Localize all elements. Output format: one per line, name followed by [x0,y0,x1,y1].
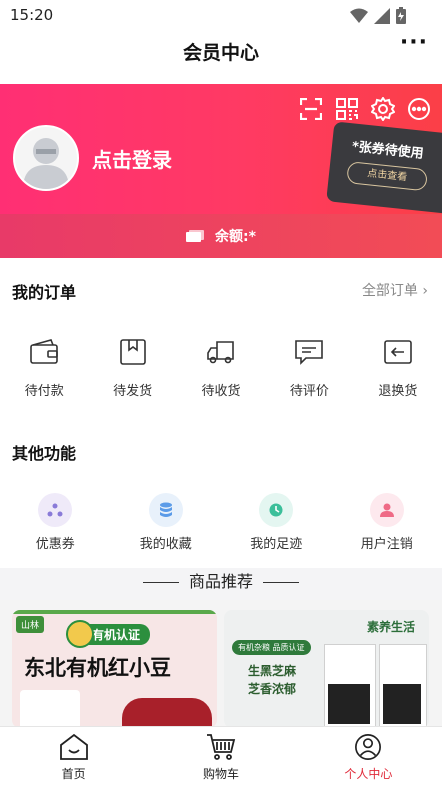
function-label: 用户注销 [332,533,442,552]
balance-bar[interactable]: 余额:* [0,214,442,258]
recommend-header: 商品推荐 [0,568,442,600]
wallet-small-icon [186,230,204,242]
favorite-icon [149,493,183,527]
order-pending-payment[interactable]: 待付款 [0,338,88,399]
balance-text: 余额:* [215,229,256,245]
organic-seal-icon [66,620,94,648]
return-icon [383,338,413,366]
orders-section: 我的订单 全部订单 › 待付款 待发货 待收货 待评价 退换货 [0,258,442,418]
scan-button[interactable] [298,96,324,122]
status-time: 15:20 [10,6,53,24]
product-brand-logo: 山林 [16,616,44,633]
truck-icon [206,338,236,366]
coupon-ticket[interactable]: *张券待使用 点击查看 [326,121,442,214]
balance-row: 余额:* [0,226,442,246]
signal-icon [374,8,390,24]
product-card[interactable]: 素养生活 有机杂粮 品质认证 生黑芝麻 芝香浓郁 [224,610,429,728]
order-pending-receipt[interactable]: 待收货 [177,338,265,399]
gear-icon [371,97,395,121]
functions-row: 优惠券 我的收藏 我的足迹 用户注销 [0,493,442,552]
function-label: 优惠券 [0,533,111,552]
coupon-entry[interactable]: 优惠券 [0,493,111,552]
black-sesame-image [383,684,421,724]
product-line2: 芝香浓郁 [248,680,296,697]
qrcode-icon [336,98,358,120]
product-card[interactable]: 山林 有机认证 东北有机红小豆 [12,610,217,728]
order-pending-review[interactable]: 待评价 [265,338,353,399]
tab-label: 首页 [0,765,147,782]
bottom-tab-bar: 首页 购物车 个人中心 [0,726,442,787]
scan-icon [300,98,322,120]
black-sesame-image [328,684,370,724]
status-icons [350,7,406,24]
order-pending-shipment[interactable]: 待发货 [88,338,176,399]
settings-button[interactable] [370,96,396,122]
default-avatar-icon [15,127,77,189]
product-line1: 生黑芝麻 [248,662,296,679]
favorites-entry[interactable]: 我的收藏 [111,493,222,552]
chat-icon [407,97,431,121]
functions-title: 其他功能 [12,440,76,464]
function-label: 我的足迹 [221,533,332,552]
user-cancel-icon [370,493,404,527]
nav-bar: 会员中心 ··· [0,30,442,84]
certification-badge: 有机杂粮 品质认证 [232,640,311,655]
box-icon [118,338,148,366]
other-functions-section: 其他功能 优惠券 我的收藏 我的足迹 用户注销 [0,418,442,568]
battery-icon [396,7,406,24]
tab-label: 购物车 [147,765,294,782]
view-coupons-button[interactable]: 点击查看 [346,161,428,191]
member-banner: 点击登录 *张券待使用 点击查看 [0,84,442,214]
all-orders-link[interactable]: 全部订单 › [362,280,428,300]
orders-title: 我的订单 [12,279,76,303]
coupon-count-text: *张券待使用 [351,135,424,161]
order-label: 待发货 [88,380,176,399]
comment-icon [294,338,324,366]
function-label: 我的收藏 [111,533,222,552]
login-link[interactable]: 点击登录 [92,144,172,173]
order-return[interactable]: 退换货 [354,338,442,399]
home-icon [59,733,89,761]
order-label: 待付款 [0,380,88,399]
product-brand-logo: 素养生活 [367,618,415,635]
order-label: 待收货 [177,380,265,399]
more-menu-button[interactable]: ··· [400,30,428,55]
wifi-icon [350,8,368,24]
page-title: 会员中心 [0,38,442,65]
order-label: 退换货 [354,380,442,399]
tab-cart[interactable]: 购物车 [147,727,294,787]
product-name: 东北有机红小豆 [24,652,171,682]
tab-profile[interactable]: 个人中心 [295,727,442,787]
tab-label: 个人中心 [295,765,442,782]
recommend-title: 商品推荐 [133,572,309,591]
order-label: 待评价 [265,380,353,399]
product-bag-image [20,690,80,728]
card-top-stripe [12,610,217,614]
message-button[interactable] [406,96,432,122]
footprint-icon [259,493,293,527]
qrcode-button[interactable] [334,96,360,122]
banner-actions [298,96,432,122]
wallet-icon [29,338,59,366]
avatar[interactable] [13,125,79,191]
tab-home[interactable]: 首页 [0,727,147,787]
cart-icon [206,733,236,761]
order-status-row: 待付款 待发货 待收货 待评价 退换货 [0,338,442,399]
footprint-entry[interactable]: 我的足迹 [221,493,332,552]
profile-icon [353,733,383,761]
status-bar: 15:20 [0,0,442,30]
coupon-icon [38,493,72,527]
red-beans-image [122,698,212,728]
user-cancel-entry[interactable]: 用户注销 [332,493,442,552]
